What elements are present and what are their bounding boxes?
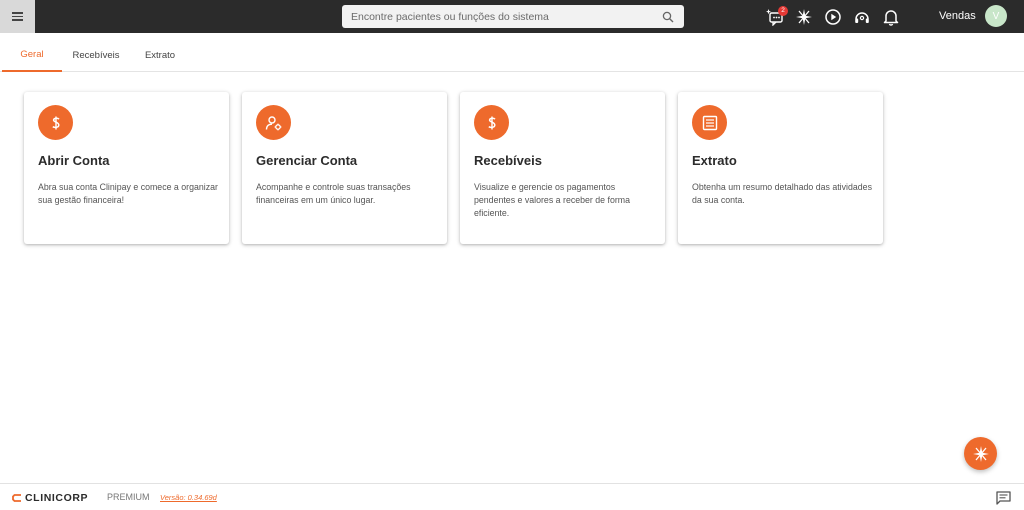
- sparkle-button[interactable]: [793, 6, 815, 28]
- chat-button[interactable]: [995, 490, 1011, 506]
- dollar-icon: [474, 105, 509, 140]
- tab-geral[interactable]: Geral: [2, 39, 62, 72]
- search-bar[interactable]: [342, 5, 684, 28]
- logo-mark-icon: [12, 494, 21, 502]
- sparkle-icon: [972, 445, 989, 462]
- card-description: Obtenha um resumo detalhado das atividad…: [692, 182, 872, 206]
- notification-badge: 2: [778, 5, 788, 16]
- sparkle-icon: [796, 8, 812, 25]
- card-recebiveis[interactable]: Recebíveis Visualize e gerencie os pagam…: [460, 92, 665, 244]
- bell-icon: [883, 9, 899, 26]
- headset-icon: [855, 11, 869, 23]
- chat-icon: [995, 491, 1011, 505]
- card-extrato[interactable]: Extrato Obtenha um resumo detalhado das …: [678, 92, 883, 244]
- search-input[interactable]: [351, 10, 661, 23]
- card-title: Recebíveis: [474, 153, 542, 168]
- footer: CLINICORP PREMIUM Versão: 0.34.69d: [0, 483, 1024, 510]
- card-abrir-conta[interactable]: Abrir Conta Abra sua conta Clinipay e co…: [24, 92, 229, 244]
- hamburger-icon: [12, 12, 23, 21]
- card-title: Extrato: [692, 153, 737, 168]
- ai-assistant-fab[interactable]: [964, 437, 997, 470]
- video-tutorial-button[interactable]: [822, 6, 844, 28]
- card-title: Gerenciar Conta: [256, 153, 358, 168]
- top-bar: 2 V: [0, 0, 1024, 33]
- menu-button[interactable]: [0, 0, 35, 33]
- ai-chat-button[interactable]: 2: [764, 5, 788, 28]
- tab-recebiveis[interactable]: Recebíveis: [62, 39, 130, 72]
- header-actions: 2: [764, 5, 909, 28]
- avatar[interactable]: V: [985, 5, 1007, 27]
- card-gerenciar-conta[interactable]: Gerenciar Conta Acompanhe e controle sua…: [242, 92, 447, 244]
- plan-label: PREMIUM: [107, 492, 150, 502]
- clinicorp-logo: CLINICORP: [12, 492, 88, 504]
- card-title: Abrir Conta: [38, 153, 110, 168]
- tab-extrato[interactable]: Extrato: [132, 39, 188, 72]
- avatar-initial: V: [992, 10, 1000, 22]
- document-list-icon: [692, 105, 727, 140]
- support-button[interactable]: [851, 6, 873, 28]
- user-settings-icon: [256, 105, 291, 140]
- logo-text: CLINICORP: [25, 492, 89, 504]
- card-description: Abra sua conta Clinipay e comece a organ…: [38, 182, 218, 206]
- version-link[interactable]: Versão: 0.34.69d: [160, 493, 217, 502]
- search-icon[interactable]: [661, 10, 675, 24]
- play-circle-icon: [825, 8, 841, 25]
- card-description: Acompanhe e controle suas transações fin…: [256, 182, 411, 206]
- tab-bar: Geral Recebíveis Extrato: [0, 39, 1024, 72]
- card-description: Visualize e gerencie os pagamentos pende…: [474, 182, 630, 219]
- dollar-icon: [38, 105, 73, 140]
- user-name[interactable]: Vendas: [939, 10, 976, 22]
- notifications-button[interactable]: [880, 6, 902, 28]
